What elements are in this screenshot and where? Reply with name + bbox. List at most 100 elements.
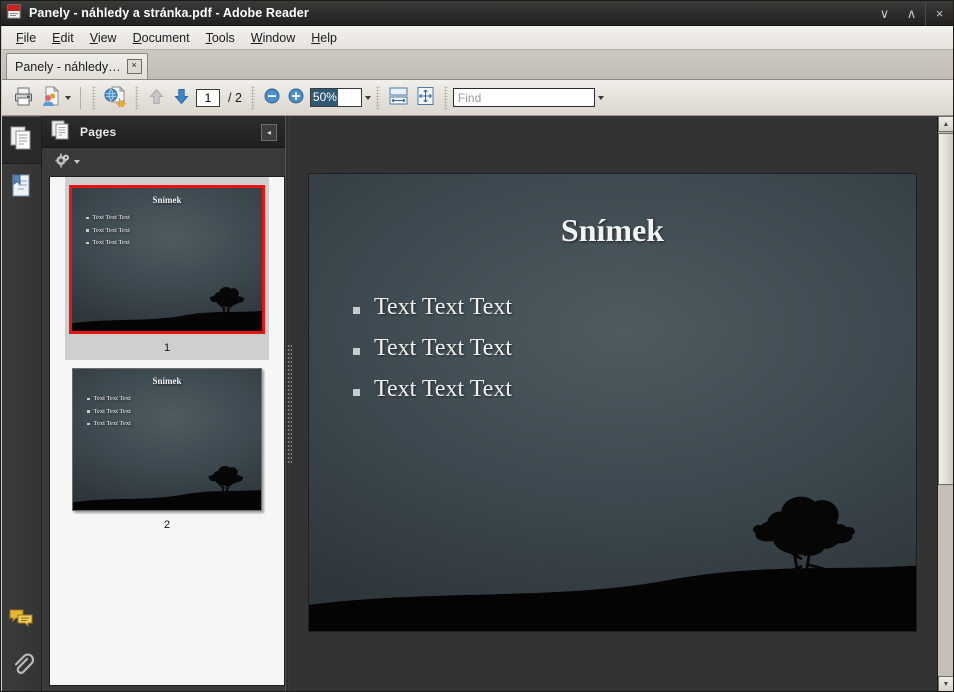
- thumbnail-page-number: 1: [163, 342, 171, 354]
- menu-edit[interactable]: Edit: [44, 28, 82, 48]
- list-item: Text Text Text: [87, 406, 261, 419]
- document-tab-label: Panely - náhledy…: [15, 59, 121, 74]
- panel-options-gear-icon[interactable]: [54, 152, 71, 172]
- attach-to-email-button[interactable]: [101, 85, 130, 111]
- bullet-icon: [86, 241, 89, 244]
- toolbar-grip-2[interactable]: [135, 85, 139, 110]
- scrollbar-track[interactable]: [938, 486, 953, 676]
- caret-up-icon: ▲: [942, 120, 950, 128]
- document-tab[interactable]: Panely - náhledy… ×: [6, 53, 148, 79]
- maximize-button[interactable]: ∧: [898, 2, 925, 26]
- page-thumbnail-2[interactable]: Snímek Text Text Text Text Text Text Tex…: [65, 360, 269, 537]
- bullet-text: Text Text Text: [374, 335, 513, 361]
- bullet-icon: [86, 229, 89, 232]
- find-field[interactable]: [452, 88, 595, 107]
- panel-options-chevron-down-icon[interactable]: [74, 160, 80, 164]
- search-input[interactable]: [453, 89, 594, 106]
- share-document-button[interactable]: [37, 85, 74, 111]
- tree-silhouette-icon: [208, 466, 244, 494]
- close-icon[interactable]: ×: [126, 59, 142, 74]
- scrollbar-thumb[interactable]: [938, 133, 953, 485]
- scroll-down-button[interactable]: ▼: [938, 676, 953, 691]
- bullet-icon: [353, 389, 360, 396]
- list-item: Text Text Text: [353, 328, 916, 369]
- bookmarks-icon: [10, 173, 33, 201]
- menu-window[interactable]: Window: [243, 28, 303, 48]
- window-title: Panely - náhledy a stránka.pdf - Adobe R…: [29, 6, 309, 20]
- find-dropdown-chevron-down-icon[interactable]: [597, 95, 604, 100]
- vertical-scrollbar[interactable]: ▲ ▼: [937, 116, 953, 691]
- previous-page-button[interactable]: [144, 85, 169, 111]
- page-thumbnail-1[interactable]: Snímek Text Text Text Text Text Text Tex…: [65, 177, 269, 360]
- page-thumbnail-list[interactable]: Snímek Text Text Text Text Text Text Tex…: [49, 176, 285, 686]
- page-count-label: / 2: [228, 90, 242, 105]
- window-controls: ∨ ∧ ×: [871, 1, 953, 26]
- zoom-level-input[interactable]: 50%: [309, 88, 362, 107]
- zoom-out-icon: [263, 87, 281, 108]
- rail-item-attachments[interactable]: [2, 642, 41, 688]
- zoom-in-icon: [287, 87, 305, 108]
- fit-page-button[interactable]: [412, 85, 439, 111]
- document-view[interactable]: Snímek Text Text Text Text Text Text Tex…: [292, 116, 937, 691]
- menu-tools[interactable]: Tools: [198, 28, 243, 48]
- print-button[interactable]: [10, 85, 37, 111]
- menu-file[interactable]: File: [8, 28, 44, 48]
- menu-bar: File Edit View Document Tools Window Hel…: [2, 26, 953, 50]
- caret-down-icon: ▼: [942, 680, 950, 688]
- thumbnail-image[interactable]: Snímek Text Text Text Text Text Text Tex…: [72, 368, 262, 511]
- main-area: Pages ◂ Snímek Text Text Text Text Text …: [2, 116, 953, 691]
- list-item: Text Text Text: [86, 212, 262, 225]
- adobe-reader-window: Panely - náhledy a stránka.pdf - Adobe R…: [0, 0, 954, 692]
- next-page-button[interactable]: [169, 85, 194, 111]
- zoom-level-value: 50%: [310, 89, 338, 106]
- toolbar-grip-5[interactable]: [443, 85, 448, 110]
- page-number-input[interactable]: 1: [196, 88, 220, 107]
- previous-page-icon: [147, 87, 166, 109]
- tree-silhouette-icon: [209, 287, 245, 315]
- pdf-page[interactable]: Snímek Text Text Text Text Text Text Tex…: [309, 174, 916, 631]
- list-item: Text Text Text: [86, 237, 262, 250]
- bullet-text: Text Text Text: [92, 214, 130, 221]
- chevron-down-icon[interactable]: [65, 95, 71, 100]
- comments-icon: [9, 607, 34, 632]
- slide-title: Snímek: [152, 376, 182, 386]
- share-document-icon: [40, 85, 62, 110]
- pages-panel-icon: [51, 120, 70, 144]
- document-tab-bar: Panely - náhledy… ×: [2, 50, 953, 80]
- menu-help[interactable]: Help: [303, 28, 345, 48]
- thumbnail-image[interactable]: Snímek Text Text Text Text Text Text Tex…: [69, 185, 265, 334]
- toolbar-grip-3[interactable]: [250, 85, 255, 110]
- list-item: Text Text Text: [87, 418, 261, 431]
- minimize-button[interactable]: ∨: [871, 2, 898, 26]
- toolbar-grip[interactable]: [92, 85, 96, 110]
- slide-bullet-list: Text Text Text Text Text Text Text Text …: [72, 212, 262, 250]
- collapse-panel-button[interactable]: ◂: [261, 124, 277, 141]
- zoom-out-button[interactable]: [260, 85, 284, 111]
- menu-document[interactable]: Document: [125, 28, 198, 48]
- menu-view[interactable]: View: [82, 28, 125, 48]
- slide-preview: Snímek Text Text Text Text Text Text Tex…: [73, 369, 261, 510]
- chevron-left-icon: ◂: [266, 127, 271, 137]
- bullet-text: Text Text Text: [92, 239, 130, 246]
- slide-bullet-list: Text Text Text Text Text Text Text Text …: [73, 393, 261, 431]
- rail-item-comments[interactable]: [2, 596, 41, 642]
- fit-width-button[interactable]: [385, 85, 412, 111]
- rail-item-bookmarks[interactable]: [2, 164, 41, 210]
- bullet-icon: [87, 422, 90, 425]
- close-button[interactable]: ×: [925, 1, 953, 26]
- toolbar-grip-4[interactable]: [375, 85, 380, 110]
- pdf-document-icon: [7, 4, 22, 22]
- pages-icon: [10, 126, 33, 154]
- fit-width-icon: [388, 86, 409, 109]
- bullet-icon: [353, 307, 360, 314]
- zoom-in-button[interactable]: [284, 85, 308, 111]
- slide-title: Snímek: [152, 195, 182, 205]
- thumbnail-page-number: 2: [163, 519, 171, 531]
- zoom-dropdown-chevron-down-icon[interactable]: [364, 95, 371, 100]
- scroll-up-button[interactable]: ▲: [938, 116, 953, 132]
- bullet-icon: [87, 397, 90, 400]
- toolbar-separator: [80, 86, 81, 109]
- rail-item-pages[interactable]: [2, 116, 41, 164]
- list-item: Text Text Text: [87, 393, 261, 406]
- rail-bottom-group: [2, 596, 41, 688]
